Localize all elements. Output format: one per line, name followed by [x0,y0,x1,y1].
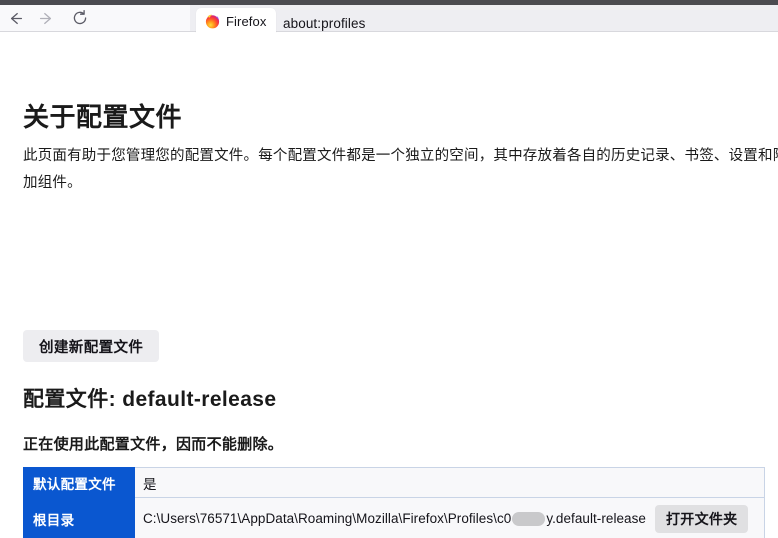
profile-details-table: 默认配置文件 是 根目录 C:\Users\76571\AppData\Roam… [23,467,765,538]
redaction-box [512,511,546,526]
firefox-logo-icon [205,14,220,29]
url-bar[interactable]: about:profiles [283,13,365,33]
table-row: 根目录 C:\Users\76571\AppData\Roaming\Mozil… [23,497,765,538]
page-content: 关于配置文件 此页面有助于您管理您的配置文件。每个配置文件都是一个独立的空间，其… [0,33,778,538]
reload-button[interactable] [67,7,93,29]
table-row: 默认配置文件 是 [23,467,765,498]
toolbar-nav-area [0,5,190,31]
profile-in-use-note: 正在使用此配置文件，因而不能删除。 [23,436,284,453]
reload-icon [71,9,89,27]
row-value-root-directory: C:\Users\76571\AppData\Roaming\Mozilla\F… [134,497,765,538]
row-header-default-profile: 默认配置文件 [23,467,135,498]
root-directory-cell: C:\Users\76571\AppData\Roaming\Mozilla\F… [143,504,758,533]
row-value-default-profile: 是 [134,467,765,498]
back-button[interactable] [2,7,28,29]
page-title: 关于配置文件 [23,102,183,132]
tab-title: Firefox [226,13,267,29]
browser-tab[interactable]: Firefox [196,8,276,34]
back-arrow-icon [7,10,24,27]
url-text: about:profiles [283,15,366,31]
row-header-root-directory: 根目录 [23,497,135,538]
page-description: 此页面有助于您管理您的配置文件。每个配置文件都是一个独立的空间，其中存放着各自的… [23,148,778,191]
profile-heading: 配置文件: default-release [23,388,277,411]
open-folder-button[interactable]: 打开文件夹 [654,504,749,533]
create-profile-button[interactable]: 创建新配置文件 [23,330,160,362]
browser-window: Firefox about:profiles 关于配置文件 此页面有助于您管理您… [0,0,778,538]
browser-toolbar: Firefox about:profiles [0,5,778,34]
forward-button[interactable] [33,7,59,29]
root-path-suffix: y.default-release [546,511,646,526]
forward-arrow-icon [38,10,55,27]
root-path-prefix: C:\Users\76571\AppData\Roaming\Mozilla\F… [143,511,512,526]
